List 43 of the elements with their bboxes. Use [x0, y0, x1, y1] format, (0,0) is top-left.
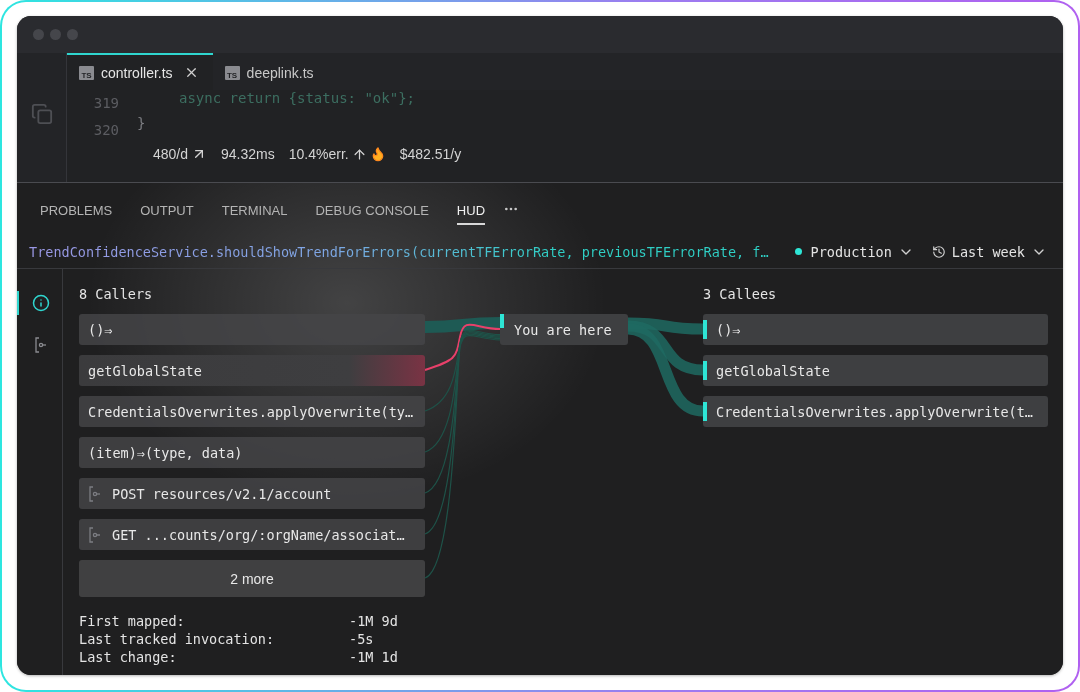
copy-icon[interactable] [30, 103, 53, 125]
typescript-file-icon: TS [224, 65, 240, 80]
callee-item[interactable]: CredentialsOverwrites.applyOverwrite(t… [703, 396, 1048, 427]
stat-value: -1M 1d [349, 649, 399, 666]
callers-heading: 8 Callers [79, 284, 154, 304]
file-tab[interactable]: TS deeplink.ts [212, 53, 328, 90]
environment-dropdown[interactable]: Production [794, 243, 914, 260]
current-function-node: You are here [500, 314, 628, 345]
typescript-file-icon: TS [79, 65, 94, 80]
panel-tab[interactable]: PROBLEMS [40, 197, 113, 225]
caller-item[interactable]: (item)⇒(type, data) [79, 437, 425, 468]
caller-item[interactable]: CredentialsOverwrites.applyOverwrite(ty… [79, 396, 425, 427]
endpoint-icon [88, 526, 102, 543]
time-range-dropdown[interactable]: Last week [931, 243, 1047, 260]
metric-text: 10.4%err. [288, 146, 349, 162]
caller-item[interactable]: POST resources/v2.1/account [79, 478, 425, 509]
metric-text: $482.51/y [399, 146, 462, 162]
panel-tab[interactable]: DEBUG CONSOLE [315, 197, 429, 225]
callees-heading: 3 Callees [703, 284, 778, 304]
metric-text: 94.32ms [221, 146, 275, 162]
endpoint-icon [33, 337, 48, 353]
stat-label: Last change: [79, 649, 178, 666]
info-icon [31, 294, 50, 312]
code-line: } [137, 115, 147, 131]
caller-item[interactable]: GET ...counts/org/:orgName/associat… [79, 519, 425, 550]
show-more-button[interactable]: 2 more [79, 560, 425, 597]
stat-label: First mapped: [79, 613, 186, 630]
line-number: 320 [93, 122, 119, 138]
panel-tab[interactable]: TERMINAL [221, 197, 288, 225]
line-number: 319 [93, 95, 119, 111]
stat-value: -5s [349, 631, 375, 648]
clock-icon [931, 244, 946, 259]
caller-item[interactable]: getGlobalState [79, 355, 425, 386]
endpoint-icon [88, 485, 102, 502]
callee-item[interactable]: getGlobalState [703, 355, 1048, 386]
metric-text: 480/d [153, 146, 189, 162]
callee-item[interactable]: ()⇒ [703, 314, 1048, 345]
stat-label: Last tracked invocation: [79, 631, 276, 648]
caller-item[interactable]: ()⇒ [79, 314, 425, 345]
stat-value: -1M 9d [349, 613, 399, 630]
panel-tab[interactable]: OUTPUT [140, 197, 194, 225]
code-line: async return {status: "ok"}; [178, 90, 415, 106]
panel-tab[interactable]: HUD [456, 197, 486, 225]
